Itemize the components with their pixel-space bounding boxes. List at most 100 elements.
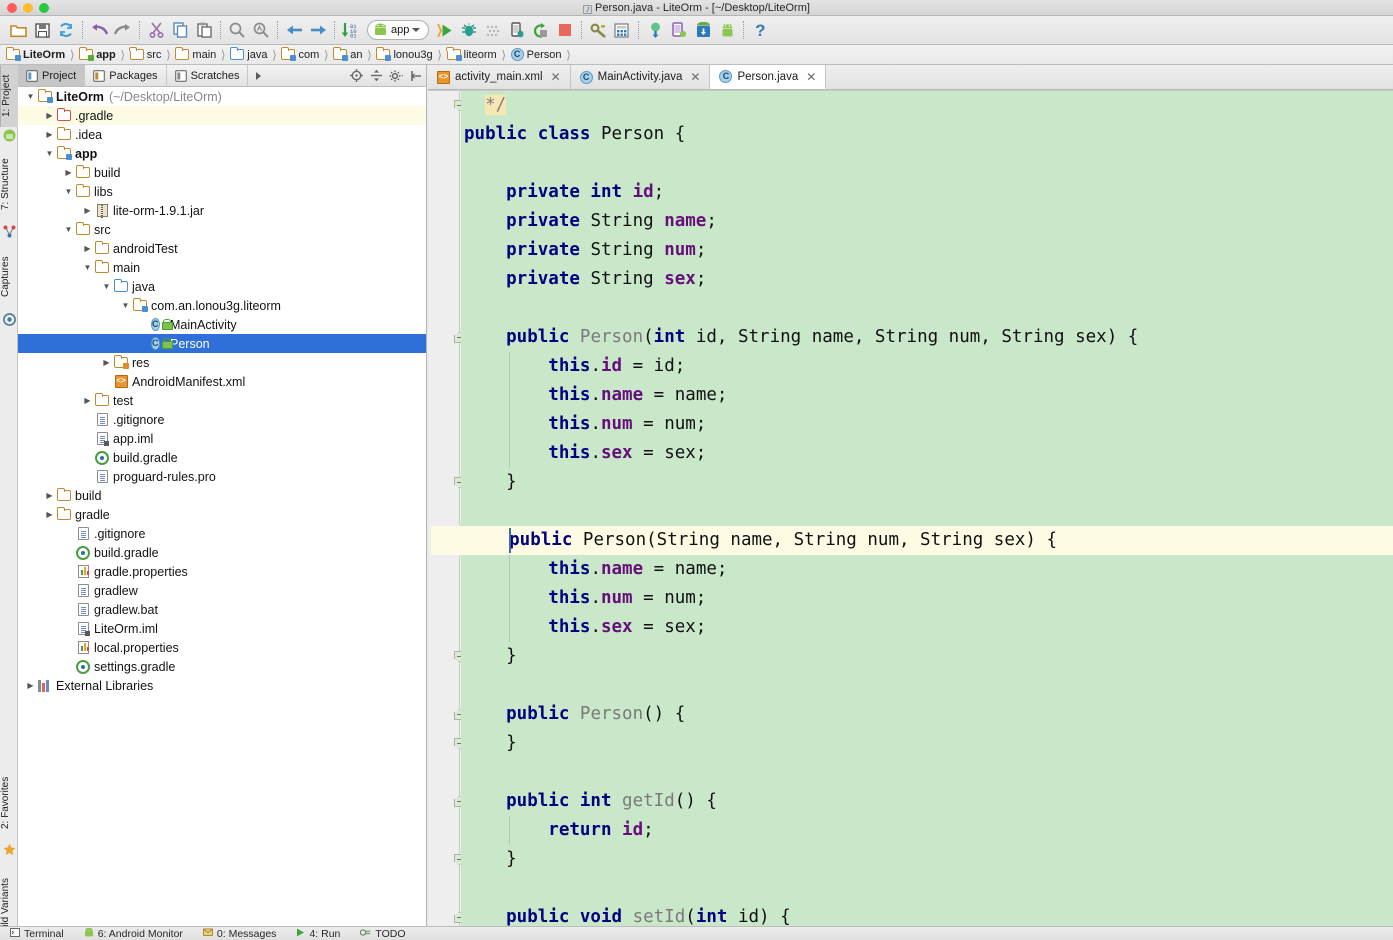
chevron-right-icon[interactable]: ▶ <box>24 681 37 690</box>
code-editor[interactable]: */public class Person { private int id; … <box>428 90 1393 926</box>
tree-node-local-properties[interactable]: local.properties <box>18 638 426 657</box>
code-line[interactable]: private String num; <box>464 236 1393 265</box>
chevron-down-icon[interactable]: ▼ <box>62 187 75 196</box>
close-tab-icon[interactable]: ✕ <box>690 70 700 84</box>
sidebar-item-captures[interactable]: Captures <box>0 243 18 311</box>
help-icon[interactable]: ? <box>748 18 772 42</box>
code-line[interactable] <box>464 294 1393 323</box>
tree-node-liteorm-iml[interactable]: LiteOrm.iml <box>18 619 426 638</box>
tree-node-androidmanifest-xml[interactable]: <> AndroidManifest.xml <box>18 372 426 391</box>
code-line[interactable]: return id; <box>464 816 1393 845</box>
code-line[interactable] <box>464 497 1393 526</box>
chevron-right-icon[interactable]: ▶ <box>81 396 94 405</box>
chevron-down-icon[interactable]: ▼ <box>100 282 113 291</box>
tree-node-settings-gradle[interactable]: settings.gradle <box>18 657 426 676</box>
chevron-down-icon[interactable]: ▼ <box>43 149 56 158</box>
code-line[interactable]: this.sex = sex; <box>464 439 1393 468</box>
tree-node-com-an-lonou3g-liteorm[interactable]: ▼ com.an.lonou3g.liteorm <box>18 296 426 315</box>
tree-node-androidtest[interactable]: ▶ androidTest <box>18 239 426 258</box>
tree-node--gitignore[interactable]: .gitignore <box>18 524 426 543</box>
code-line[interactable]: private int id; <box>464 178 1393 207</box>
tab-packages[interactable]: Packages <box>85 65 167 86</box>
chevron-right-icon[interactable]: ▶ <box>43 491 56 500</box>
tree-node-lite-orm-1-9-1-jar[interactable]: ▶ lite-orm-1.9.1.jar <box>18 201 426 220</box>
chevron-right-icon[interactable]: ▶ <box>100 358 113 367</box>
source-code[interactable]: */public class Person { private int id; … <box>431 91 1393 926</box>
breadcrumb-item-com[interactable]: com <box>279 46 321 61</box>
sdk-manager-icon[interactable] <box>610 18 634 42</box>
tree-node-test[interactable]: ▶ test <box>18 391 426 410</box>
cut-icon[interactable] <box>144 18 168 42</box>
breadcrumb-item-lonou3g[interactable]: lonou3g <box>374 46 434 61</box>
code-line[interactable]: } <box>464 468 1393 497</box>
chevron-right-icon[interactable]: ▶ <box>43 130 56 139</box>
tree-node-person[interactable]: C Person <box>18 334 426 353</box>
sync-icon[interactable] <box>54 18 78 42</box>
chevron-down-icon[interactable]: ▼ <box>81 263 94 272</box>
code-line[interactable]: } <box>464 845 1393 874</box>
breadcrumb-item-src[interactable]: src <box>128 46 164 61</box>
chevron-right-icon[interactable]: ▶ <box>62 168 75 177</box>
tree-node-external-libraries[interactable]: ▶ External Libraries <box>18 676 426 695</box>
chevron-down-icon[interactable]: ▼ <box>24 92 37 101</box>
tab-scratches[interactable]: Scratches <box>167 65 249 86</box>
replace-icon[interactable] <box>249 18 273 42</box>
tree-node--idea[interactable]: ▶ .idea <box>18 125 426 144</box>
expand-more-icon[interactable] <box>248 65 268 86</box>
code-line[interactable] <box>464 149 1393 178</box>
close-tab-icon[interactable]: ✕ <box>551 70 561 84</box>
editor-gutter[interactable] <box>428 91 465 926</box>
tab-project[interactable]: Project <box>18 65 86 86</box>
tree-node-liteorm[interactable]: ▼ LiteOrm (~/Desktop/LiteOrm) <box>18 87 426 106</box>
android-icon[interactable] <box>715 18 739 42</box>
tree-node-build[interactable]: ▶ build <box>18 486 426 505</box>
bottom-bar-item-4-run[interactable]: 4: Run <box>286 928 350 940</box>
tree-node-gradlew-bat[interactable]: gradlew.bat <box>18 600 426 619</box>
code-line[interactable]: } <box>464 642 1393 671</box>
tree-node-build-gradle[interactable]: build.gradle <box>18 543 426 562</box>
instant-run-icon[interactable] <box>481 18 505 42</box>
save-all-icon[interactable] <box>30 18 54 42</box>
code-line[interactable]: this.name = name; <box>464 381 1393 410</box>
sdk-download-icon[interactable] <box>691 18 715 42</box>
code-line[interactable]: public Person(String name, String num, S… <box>431 526 1393 555</box>
code-line[interactable]: */ <box>464 91 1393 120</box>
stop-icon[interactable] <box>553 18 577 42</box>
tree-node--gradle[interactable]: ▶ .gradle <box>18 106 426 125</box>
chevron-right-icon[interactable]: ▶ <box>81 244 94 253</box>
bottom-bar-item-6-android-monitor[interactable]: 6: Android Monitor <box>74 927 193 940</box>
avd-manager-icon[interactable] <box>643 18 667 42</box>
sidebar-item-structure[interactable]: 7: Structure <box>0 145 18 223</box>
code-line[interactable]: this.name = name; <box>464 555 1393 584</box>
tree-node-gradle[interactable]: ▶ gradle <box>18 505 426 524</box>
tree-node-libs[interactable]: ▼ libs <box>18 182 426 201</box>
code-line[interactable]: this.num = num; <box>464 584 1393 613</box>
bottom-bar-item-todo[interactable]: TODO <box>350 928 415 940</box>
target-icon[interactable] <box>346 65 366 86</box>
code-line[interactable]: this.sex = sex; <box>464 613 1393 642</box>
tab-mainactivity-java[interactable]: C MainActivity.java ✕ <box>571 65 711 89</box>
bottom-bar-item-terminal[interactable]: Terminal <box>0 927 74 940</box>
sidebar-item-favorites[interactable]: 2: Favorites <box>0 765 18 841</box>
tab-person-java[interactable]: C Person.java ✕ <box>710 65 827 89</box>
breadcrumb-item-an[interactable]: an <box>331 46 364 61</box>
breadcrumb-item-person[interactable]: C Person <box>509 48 564 61</box>
code-line[interactable] <box>464 758 1393 787</box>
debug-icon[interactable] <box>457 18 481 42</box>
tree-node--gitignore[interactable]: .gitignore <box>18 410 426 429</box>
code-line[interactable]: public Person(int id, String name, Strin… <box>464 323 1393 352</box>
chevron-right-icon[interactable]: ▶ <box>43 111 56 120</box>
code-line[interactable]: this.id = id; <box>464 352 1393 381</box>
bottom-bar-item-0-messages[interactable]: 0: Messages <box>193 928 287 940</box>
breadcrumb-item-main[interactable]: main <box>173 46 218 61</box>
tree-node-build-gradle[interactable]: build.gradle <box>18 448 426 467</box>
breadcrumb-item-java[interactable]: java <box>228 46 269 61</box>
tree-node-gradle-properties[interactable]: gradle.properties <box>18 562 426 581</box>
settings-gear-icon[interactable] <box>386 65 406 86</box>
breadcrumb-item-liteorm[interactable]: LiteOrm <box>4 46 67 61</box>
copy-icon[interactable] <box>168 18 192 42</box>
undo-icon[interactable] <box>87 18 111 42</box>
code-line[interactable]: private String sex; <box>464 265 1393 294</box>
chevron-right-icon[interactable]: ▶ <box>43 510 56 519</box>
redo-icon[interactable] <box>111 18 135 42</box>
